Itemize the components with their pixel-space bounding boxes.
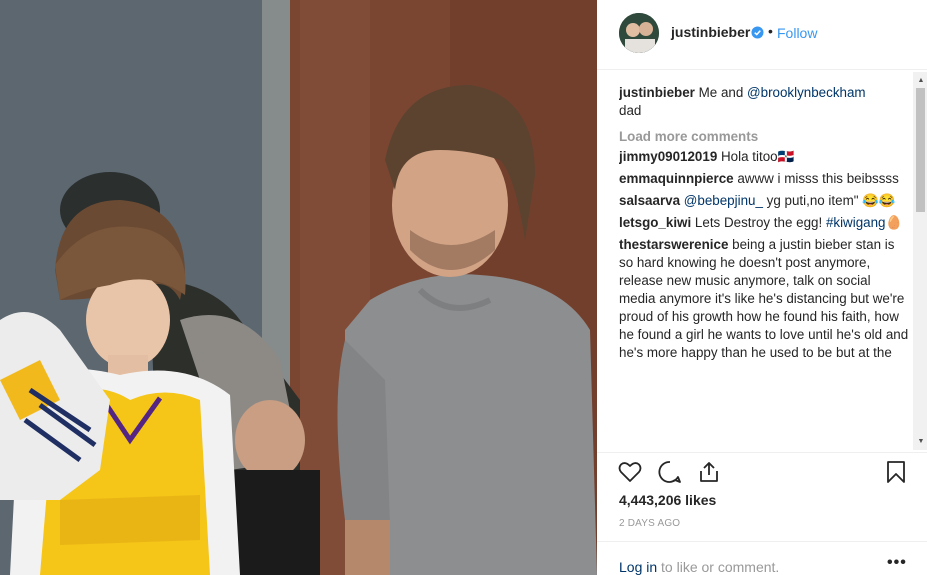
comment-username[interactable]: jimmy09012019 [619, 149, 717, 164]
load-more-comments-button[interactable]: Load more comments [619, 128, 909, 146]
more-options-icon[interactable]: ••• [887, 554, 907, 572]
post-side-panel: justinbieber • Follow justinbieber Me an… [597, 0, 927, 575]
bookmark-icon[interactable] [883, 459, 909, 485]
login-prompt: Log in to like or comment. [619, 559, 779, 575]
verified-badge-icon [751, 26, 764, 39]
comment-mention[interactable]: @bebepjinu_ [684, 193, 763, 208]
list-item: letsgo_kiwi Lets Destroy the egg! #kiwig… [619, 214, 909, 232]
scroll-down-arrow-icon[interactable]: ▼ [916, 437, 926, 447]
comment-hashtag[interactable]: #kiwigang🥚 [826, 215, 902, 230]
post-photo[interactable] [0, 0, 597, 575]
comment-username[interactable]: salsaarva [619, 193, 680, 208]
post-actions [597, 452, 927, 492]
caption-username[interactable]: justinbieber [619, 85, 695, 100]
list-item: jimmy09012019 Hola titoo🇩🇴 [619, 148, 909, 166]
scroll-up-arrow-icon[interactable]: ▲ [916, 76, 926, 86]
follow-button[interactable]: Follow [777, 25, 817, 41]
login-link[interactable]: Log in [619, 559, 657, 575]
comment-username[interactable]: emmaquinnpierce [619, 171, 734, 186]
heart-icon[interactable] [617, 459, 643, 485]
caption-rest: dad [619, 103, 642, 118]
post-timestamp: 2 DAYS AGO [619, 518, 681, 529]
comment-username[interactable]: letsgo_kiwi [619, 215, 691, 230]
post-photo-illustration [0, 0, 597, 575]
login-rest-text: to like or comment. [657, 559, 780, 575]
scrollbar-thumb[interactable] [916, 88, 925, 212]
list-item: emmaquinnpierce awww i misss this beibss… [619, 170, 909, 188]
caption-text: Me and [698, 85, 748, 100]
list-item: salsaarva @bebepjinu_ yg puti,no item" 😂… [619, 192, 909, 210]
comment-text: Lets Destroy the egg! [694, 215, 826, 230]
avatar-image [619, 13, 659, 53]
caption-mention[interactable]: @brooklynbeckham [747, 85, 866, 100]
avatar[interactable] [619, 13, 659, 53]
likes-count[interactable]: 4,443,206 likes [619, 492, 716, 508]
header-username[interactable]: justinbieber [671, 24, 750, 40]
comment-username[interactable]: thestarswerenice [619, 237, 728, 252]
comments-list: justinbieber Me and @brooklynbeckham dad… [619, 84, 909, 446]
post-header: justinbieber • Follow [597, 0, 927, 70]
list-item: thestarswerenice being a justin bieber s… [619, 236, 909, 362]
comment-text: Hola titoo🇩🇴 [721, 149, 795, 164]
share-icon[interactable] [696, 459, 722, 485]
comment-text: awww i misss this beibssss [737, 171, 899, 186]
post-footer: Log in to like or comment. ••• [597, 541, 927, 575]
comment-icon[interactable] [657, 459, 683, 485]
comment-text: yg puti,no item" 😂😂 [762, 193, 896, 208]
caption: justinbieber Me and @brooklynbeckham dad [619, 84, 909, 120]
comment-text: being a justin bieber stan is so hard kn… [619, 237, 909, 360]
separator-dot: • [768, 23, 773, 39]
